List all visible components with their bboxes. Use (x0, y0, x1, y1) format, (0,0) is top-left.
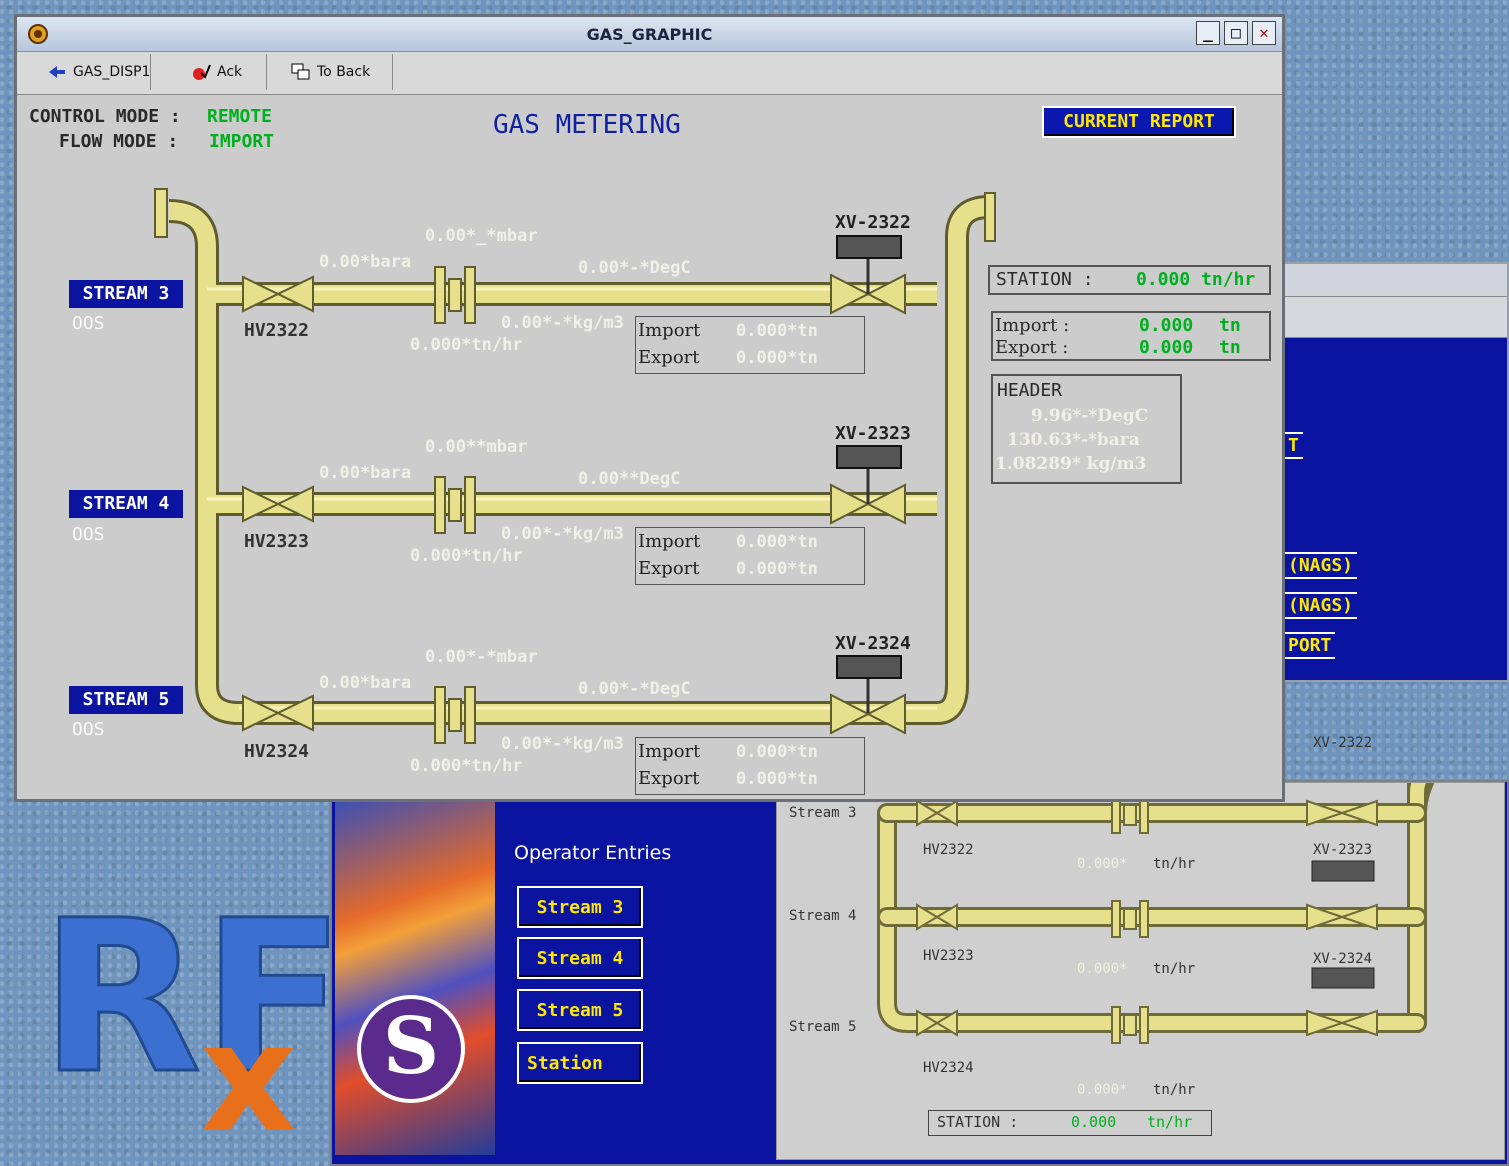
stream-5-oos-status: OOS (72, 719, 105, 740)
bg-hv2323-label: HV2323 (923, 948, 974, 964)
header-conditions-box: HEADER 9.96*-*DegC 130.63*-*bara 1.08289… (991, 374, 1182, 484)
stream-3-temp-degc: 0.00*-*DegC (578, 258, 691, 278)
bg-station-unit: tn/hr (1147, 1113, 1193, 1131)
bg-stream-4-unit: tn/hr (1153, 961, 1196, 977)
station-label: STATION : (996, 269, 1094, 290)
operator-stream-3-button[interactable]: Stream 3 (517, 886, 643, 928)
station-import-value: 0.000 (1139, 315, 1194, 336)
stream-4-import-label: Import (638, 531, 701, 552)
operator-stream-4-button[interactable]: Stream 4 (517, 937, 643, 979)
station-import-unit: tn (1219, 315, 1241, 336)
background-window-toolbar (1282, 297, 1507, 338)
stream-5-export-label: Export (638, 768, 700, 789)
stream-4-temp-degc: 0.00**DegC (578, 469, 681, 489)
stream-4-density: 0.00*-*kg/m3 (501, 524, 624, 544)
stream-3-flow-rate: 0.000*tn/hr (410, 335, 523, 355)
station-export-label: Export : (995, 337, 1069, 358)
stream-5-pressure-bara: 0.00*bara (319, 673, 412, 693)
background-window-titlebar[interactable] (1282, 264, 1507, 297)
stream-5-export-value: 0.000*tn (736, 769, 818, 789)
bg-xv2323-label: XV-2323 (1313, 842, 1373, 858)
xv2324-label: XV-2324 (835, 633, 911, 654)
header-density: 1.08289* kg/m3 (995, 454, 1147, 474)
station-export-value: 0.000 (1139, 337, 1194, 358)
stream-3-density: 0.00*-*kg/m3 (501, 313, 624, 333)
station-import-label: Import : (995, 315, 1070, 336)
stream-4-totals-box: Import 0.000*tn Export 0.000*tn (635, 527, 865, 585)
bg-xv2322-label: XV-2322 (1313, 735, 1373, 751)
bg-station-value: 0.000 (1071, 1113, 1117, 1131)
stream-5-temp-degc: 0.00*-*DegC (578, 679, 691, 699)
hv2324-label: HV2324 (244, 741, 310, 762)
bg-stream-3-flow: 0.000* (1077, 856, 1128, 872)
bg-stream-4-label: Stream 4 (789, 908, 857, 924)
xv2322-label: XV-2322 (835, 212, 911, 233)
bg-xv2324-label: XV-2324 (1313, 951, 1373, 967)
stream-3-import-value: 0.000*tn (736, 321, 818, 341)
bg-stream-3-label: Stream 3 (789, 805, 857, 821)
bg-station-label: STATION : (937, 1113, 1019, 1131)
operator-station-button[interactable]: Station (517, 1042, 643, 1084)
stream-5-flow-rate: 0.000*tn/hr (410, 756, 523, 776)
stream-5-density: 0.00*-*kg/m3 (501, 734, 624, 754)
desktop-rfx-logo: RF x (39, 874, 331, 1166)
shell-s-logo: S (357, 995, 465, 1103)
nav-button-report-2[interactable]: PORT (1284, 632, 1336, 659)
stream-3-export-label: Export (638, 347, 700, 368)
header-pressure: 130.63*-*bara (1007, 430, 1140, 450)
bg-hv2322-label: HV2322 (923, 842, 974, 858)
stream-4-dp-mbar: 0.00**mbar (425, 437, 528, 457)
hv2323-label: HV2323 (244, 531, 310, 552)
stream-5-totals-box: Import 0.000*tn Export 0.000*tn (635, 737, 865, 795)
stream-5-button[interactable]: STREAM 5 (69, 686, 183, 714)
stream-5-dp-mbar: 0.00*-*mbar (425, 647, 538, 667)
nav-button-nags-2[interactable]: (NAGS) (1284, 592, 1358, 619)
bg-stream-5-label: Stream 5 (789, 1019, 857, 1035)
shell-brand-image: S (335, 800, 495, 1155)
xv2323-label: XV-2323 (835, 423, 911, 444)
stream-5-import-label: Import (638, 741, 701, 762)
bg-stream-5-flow: 0.000* (1077, 1082, 1128, 1098)
stream-4-oos-status: OOS (72, 524, 105, 545)
stream-4-button[interactable]: STREAM 4 (69, 490, 183, 518)
stream-3-button[interactable]: STREAM 3 (69, 280, 183, 308)
header-temperature: 9.96*-*DegC (1031, 406, 1149, 426)
bg-station-box: STATION : 0.000 tn/hr (928, 1110, 1212, 1136)
background-pipe-diagram (877, 783, 1435, 1044)
nav-button-report[interactable]: T (1284, 432, 1303, 459)
bg-stream-4-flow: 0.000* (1077, 961, 1128, 977)
stream-3-export-value: 0.000*tn (736, 348, 818, 368)
operator-entries-heading: Operator Entries (514, 842, 672, 864)
stream-3-import-label: Import (638, 320, 701, 341)
operator-stream-5-button[interactable]: Stream 5 (517, 989, 643, 1031)
svg-text:x: x (200, 992, 297, 1166)
station-totals-box: Import : 0.000 tn Export : 0.000 tn (991, 311, 1271, 361)
station-flow-box: STATION : 0.000 tn/hr (988, 265, 1271, 295)
stream-5-import-value: 0.000*tn (736, 742, 818, 762)
bg-hv2324-label: HV2324 (923, 1060, 974, 1076)
stream-3-pressure-bara: 0.00*bara (319, 252, 412, 272)
stream-4-export-value: 0.000*tn (736, 559, 818, 579)
stream-3-totals-box: Import 0.000*tn Export 0.000*tn (635, 316, 865, 374)
stream-3-oos-status: OOS (72, 313, 105, 334)
station-flow-value: 0.000 tn/hr (1136, 269, 1256, 290)
stream-3-dp-mbar: 0.00*_*mbar (425, 226, 538, 246)
bg-stream-3-unit: tn/hr (1153, 856, 1196, 872)
background-schematic-panel: Stream 3 Stream 4 Stream 5 HV2322 HV2323… (776, 735, 1505, 1160)
hv2322-label: HV2322 (244, 320, 310, 341)
stream-4-export-label: Export (638, 558, 700, 579)
stream-4-import-value: 0.000*tn (736, 532, 818, 552)
station-export-unit: tn (1219, 337, 1241, 358)
stream-4-pressure-bara: 0.00*bara (319, 463, 412, 483)
stream-4-flow-rate: 0.000*tn/hr (410, 546, 523, 566)
bg-stream-5-unit: tn/hr (1153, 1082, 1196, 1098)
header-title: HEADER (997, 380, 1063, 401)
background-window-right[interactable]: T (NAGS) (NAGS) PORT (1280, 262, 1509, 682)
nav-button-nags-1[interactable]: (NAGS) (1284, 552, 1358, 579)
gas-graphic-window[interactable]: GAS_GRAPHIC _ □ ✕ GAS_DISP1 Ack To Back … (14, 14, 1285, 802)
